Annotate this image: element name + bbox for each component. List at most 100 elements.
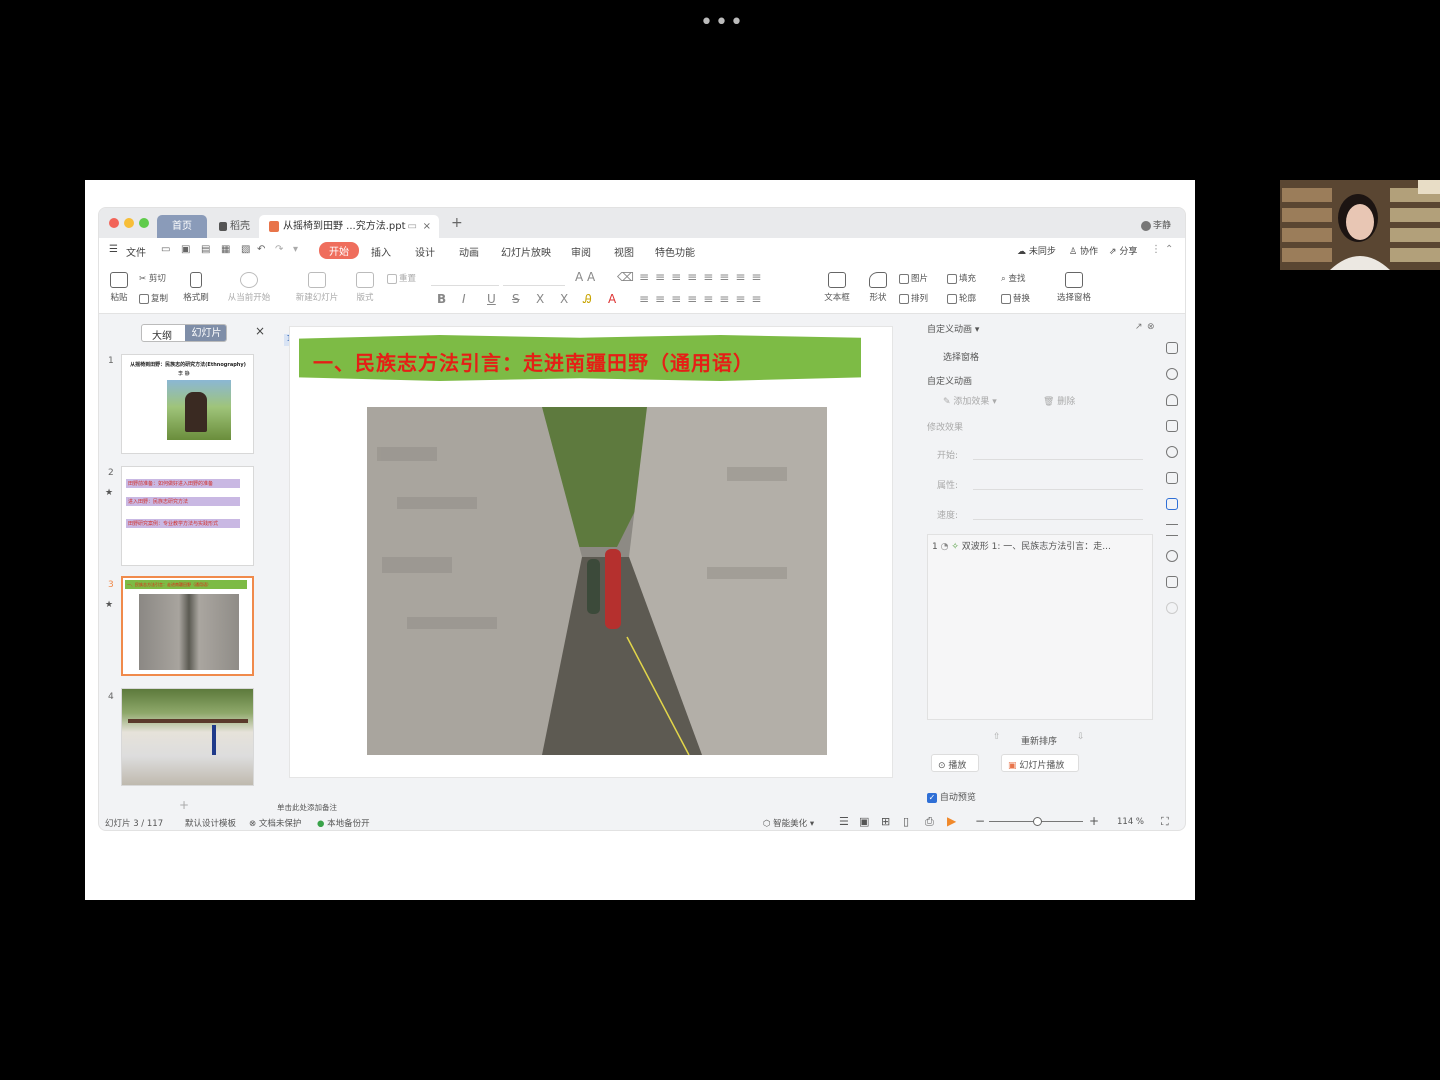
style-icon[interactable] [1166, 394, 1178, 406]
settings-sliders-icon[interactable] [1166, 524, 1178, 536]
menu-tab-features[interactable]: 特色功能 [655, 244, 695, 259]
new-tab-button[interactable]: + [451, 215, 463, 231]
paragraph-align-icons[interactable]: ≡≡≡≡≡≡≡≡ [639, 292, 767, 306]
shape-button[interactable]: 形状 [863, 272, 893, 303]
help-icon[interactable] [1166, 602, 1178, 614]
animation-list-item[interactable]: 1 ◔ ✧ 双波形 1: 一、民族志方法引言：走... [932, 539, 1148, 553]
highlight-icon[interactable]: Ꭿ [583, 292, 592, 307]
add-slide-button[interactable]: + [179, 798, 189, 812]
slideshow-play-icon[interactable]: ▶ [947, 814, 956, 828]
slide-thumbnail-3-selected[interactable]: 一、民族志方法引言：走进南疆田野（通用语） [121, 576, 254, 676]
menu-tab-review[interactable]: 审阅 [571, 244, 591, 259]
undock-icon[interactable]: ↗ [1135, 322, 1143, 332]
tab-home[interactable]: 首页 [157, 215, 207, 238]
slide-thumbnail-2[interactable]: 田野前准备：如何做好进入田野的准备 进入田野：民族志研究方法 田野研究案例：专业… [121, 466, 254, 566]
notes-toggle-icon[interactable]: ☰ [839, 815, 849, 828]
sync-status[interactable]: ☁ 未同步 [1017, 244, 1056, 257]
local-backup[interactable]: ● 本地备份开 [317, 817, 370, 829]
menu-tab-start[interactable]: 开始 [319, 242, 359, 259]
reading-view-icon[interactable]: ▯ [903, 815, 909, 828]
underline-icon[interactable]: U [487, 292, 496, 306]
undo-icon[interactable]: ↶ [257, 244, 265, 255]
delete-effect-button[interactable]: 🗑 删除 [1043, 394, 1075, 407]
fill-button[interactable]: 填充 [947, 272, 976, 284]
copy-button[interactable]: 复制 [139, 292, 168, 304]
menu-tab-design[interactable]: 设计 [415, 244, 435, 259]
minimize-window-button[interactable] [124, 218, 134, 228]
slideshow-button[interactable]: ▣ 幻灯片播放 [1001, 754, 1079, 772]
print-icon[interactable]: ▦ [221, 244, 230, 255]
font-family-select[interactable] [431, 274, 499, 286]
menu-tab-view[interactable]: 视图 [614, 244, 634, 259]
move-up-icon[interactable]: ⇧ [993, 732, 1001, 742]
arrange-button[interactable]: 排列 [899, 292, 928, 304]
close-window-button[interactable] [109, 218, 119, 228]
more-options-dots[interactable]: ••• [700, 10, 745, 35]
normal-view-icon[interactable]: ▣ [859, 815, 869, 828]
reset-button[interactable]: 重置 [387, 272, 416, 284]
speed-select[interactable] [973, 506, 1143, 520]
animation-icon[interactable] [1166, 498, 1178, 510]
zoom-in-button[interactable]: + [1089, 814, 1099, 828]
presenter-icon[interactable]: ⎙ [925, 815, 934, 829]
close-tab-icon[interactable]: × [423, 215, 431, 238]
template-icon[interactable] [1166, 472, 1178, 484]
auto-preview-toggle[interactable]: ✓ 自动预览 [927, 790, 976, 803]
font-color-icon[interactable]: A [608, 292, 616, 306]
slide-thumbnail-4[interactable] [121, 688, 254, 786]
redo-icon[interactable]: ↷ [275, 244, 283, 255]
find-button[interactable]: ⌕ 查找 [1001, 272, 1025, 284]
start-select[interactable] [973, 446, 1143, 460]
move-down-icon[interactable]: ⇩ [1077, 732, 1085, 742]
print-preview-icon[interactable]: ▧ [241, 244, 250, 255]
user-account[interactable]: 李静 [1141, 218, 1171, 231]
tab-slides[interactable]: 幻灯片 [185, 325, 226, 341]
paste-button[interactable]: 粘贴 [104, 272, 134, 303]
new-slide-button[interactable]: 新建幻灯片 [289, 272, 345, 303]
open-folder-icon[interactable]: ▭ [161, 244, 170, 255]
bold-icon[interactable]: B [437, 292, 446, 306]
italic-icon[interactable]: I [462, 292, 466, 306]
zoom-out-button[interactable]: − [975, 814, 985, 828]
more-icon[interactable]: ⋮ [1151, 244, 1161, 255]
zoom-level[interactable]: 114 % [1117, 817, 1144, 827]
tab-monitor-icon[interactable]: ▭ [408, 215, 417, 238]
selection-pane-button[interactable]: 选择窗格 [1053, 272, 1095, 303]
history-icon[interactable] [1166, 550, 1178, 562]
hamburger-menu-icon[interactable]: ☰ [109, 244, 118, 255]
font-size-controls-icon[interactable]: A A [575, 270, 595, 284]
maximize-window-button[interactable] [139, 218, 149, 228]
cut-button[interactable]: ✂ 剪切 [139, 272, 166, 284]
subscript-icon[interactable]: X [560, 292, 568, 306]
tab-docer[interactable]: 稻壳 [209, 215, 260, 238]
menu-tab-animation[interactable]: 动画 [459, 244, 479, 259]
layout-button[interactable]: 版式 [351, 272, 379, 303]
clear-format-icon[interactable]: ⌫ [617, 270, 634, 284]
share-button[interactable]: ⇗ 分享 [1109, 244, 1137, 257]
selection-pane-link[interactable]: 选择窗格 [943, 350, 979, 363]
smart-beautify-button[interactable]: ⬡ 智能美化 ▾ [763, 817, 814, 829]
slide-thumbnail-1[interactable]: 从摇椅到田野：民族志的研究方法(Ethnography) 李 静 [121, 354, 254, 454]
zoom-slider-handle[interactable] [1033, 817, 1042, 826]
tab-document[interactable]: 从摇椅到田野 ...究方法.ppt ▭ × [259, 215, 439, 238]
current-slide[interactable]: 一、民族志方法引言：走进南疆田野（通用语） [289, 326, 893, 778]
paragraph-list-icons[interactable]: ≡≡≡≡≡≡≡≡ [639, 270, 767, 284]
close-panel-icon[interactable]: ⊗ [1147, 322, 1155, 332]
outline-button[interactable]: 轮廓 [947, 292, 976, 304]
close-panel-icon[interactable]: × [255, 324, 265, 338]
export-pdf-icon[interactable]: ▤ [201, 244, 210, 255]
image-icon[interactable] [1166, 576, 1178, 588]
property-select[interactable] [973, 476, 1143, 490]
document-protection[interactable]: ⊗ 文档未保护 [249, 817, 301, 829]
shapes-icon[interactable] [1166, 368, 1178, 380]
comment-icon[interactable] [1166, 342, 1178, 354]
menu-file[interactable]: 文件 [126, 244, 146, 259]
add-effect-button[interactable]: ✎ 添加效果 ▾ [943, 394, 997, 407]
strikethrough-icon[interactable]: S [512, 292, 520, 306]
property-icon[interactable] [1166, 420, 1178, 432]
collaborate-button[interactable]: ♙ 协作 [1069, 244, 1098, 257]
design-template[interactable]: 默认设计模板 [185, 817, 236, 829]
save-icon[interactable]: ▣ [181, 244, 190, 255]
textbox-button[interactable]: 文本框 [819, 272, 855, 303]
play-from-current-button[interactable]: 从当前开始 [223, 272, 275, 303]
